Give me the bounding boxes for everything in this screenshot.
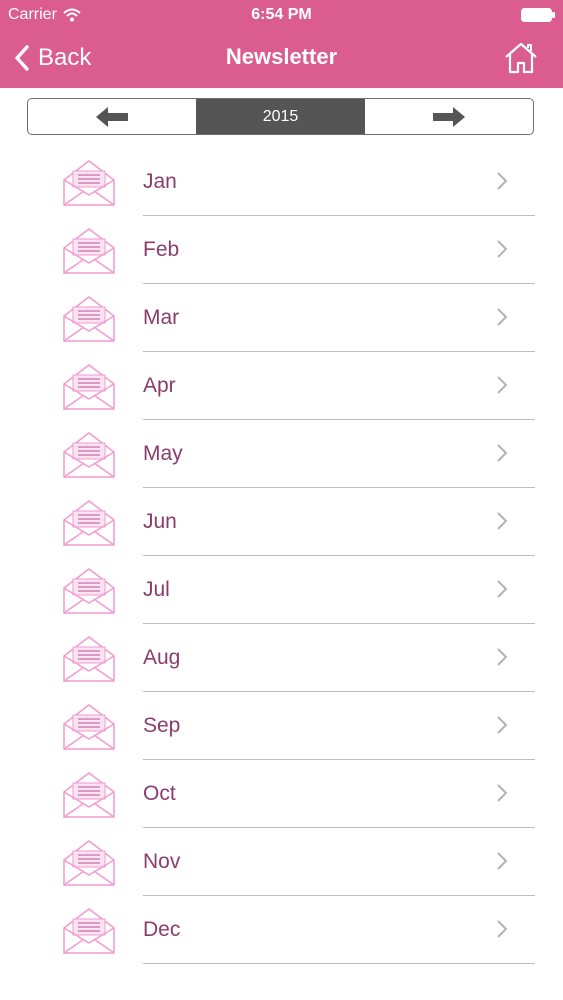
month-label: Jan [143,170,177,193]
month-item-dec[interactable]: Dec [0,896,563,964]
chevron-right-icon [497,784,508,802]
year-selector: 2015 [27,98,534,135]
chevron-right-icon [497,172,508,190]
chevron-right-icon [497,376,508,394]
month-label: Feb [143,238,180,261]
envelope-icon [63,636,115,682]
chevron-right-icon [497,852,508,870]
next-year-button[interactable] [365,99,533,134]
chevron-right-icon [497,716,508,734]
envelope-icon [63,772,115,818]
month-label: Jun [143,510,177,533]
envelope-icon [63,364,115,410]
month-item-oct[interactable]: Oct [0,760,563,828]
month-label: May [143,442,183,465]
chevron-right-icon [497,240,508,258]
row-divider [143,963,535,964]
envelope-icon [63,432,115,478]
envelope-icon [63,160,115,206]
year-label: 2015 [196,99,365,134]
chevron-right-icon [497,512,508,530]
chevron-right-icon [497,920,508,938]
month-label: Aug [143,646,181,669]
month-item-feb[interactable]: Feb [0,216,563,284]
home-icon[interactable] [503,40,539,76]
chevron-right-icon [497,444,508,462]
envelope-icon [63,840,115,886]
left-arrow-icon [96,106,128,127]
right-arrow-icon [433,106,465,127]
month-label: Oct [143,782,176,805]
month-label: Dec [143,918,181,941]
chevron-right-icon [497,648,508,666]
month-item-jul[interactable]: Jul [0,556,563,624]
chevron-right-icon [497,580,508,598]
envelope-icon [63,228,115,274]
month-item-jan[interactable]: Jan [0,148,563,216]
month-label: Apr [143,374,176,397]
envelope-icon [63,296,115,342]
month-item-apr[interactable]: Apr [0,352,563,420]
previous-year-button[interactable] [28,99,196,134]
month-list: Jan Feb Mar Apr May Jun Jul Aug Sep Oct … [0,148,563,964]
envelope-icon [63,500,115,546]
envelope-icon [63,704,115,750]
battery-icon [521,8,555,22]
month-label: Jul [143,578,170,601]
chevron-right-icon [497,308,508,326]
month-item-mar[interactable]: Mar [0,284,563,352]
month-item-aug[interactable]: Aug [0,624,563,692]
month-label: Sep [143,714,181,737]
envelope-icon [63,908,115,954]
month-item-nov[interactable]: Nov [0,828,563,896]
status-time: 6:54 PM [251,6,312,23]
envelope-icon [63,568,115,614]
page-title: Newsletter [225,44,338,69]
month-label: Nov [143,850,181,873]
navigation-bar: Back Newsletter [0,30,563,88]
month-item-sep[interactable]: Sep [0,692,563,760]
month-label: Mar [143,306,180,329]
app-header: Carrier 6:54 PM Back Newsletter [0,0,563,88]
month-item-may[interactable]: May [0,420,563,488]
month-item-jun[interactable]: Jun [0,488,563,556]
status-bar: Carrier 6:54 PM [0,0,563,30]
